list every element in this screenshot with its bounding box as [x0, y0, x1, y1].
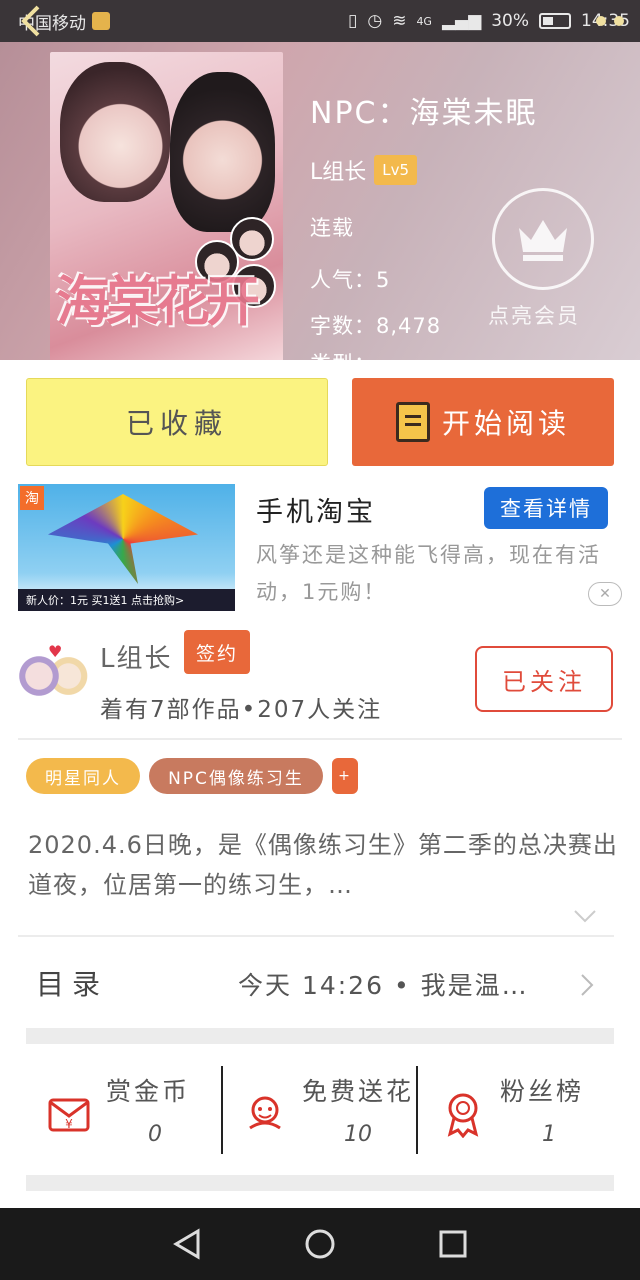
collected-button[interactable]: 已收藏 [26, 378, 328, 466]
add-tag-button[interactable]: + [332, 758, 358, 794]
book-header: 海棠花开 NPC：海棠未眠 L组长 Lv5 连载 人气：5 字数：8,478 类… [0, 42, 640, 360]
author-line[interactable]: L组长 Lv5 [310, 154, 418, 186]
ad-promo-strip: 新人价：1元 买1送1 点击抢购> [18, 589, 235, 611]
start-reading-label: 开始阅读 [441, 407, 570, 440]
back-arrow-icon [21, 5, 40, 37]
nav-back-button[interactable] [167, 1224, 207, 1264]
author-stats: 着有7部作品•207人关注 [100, 697, 383, 723]
more-icon [596, 16, 624, 26]
start-reading-button[interactable]: 开始阅读 [352, 378, 614, 466]
network-type: 4G [416, 14, 432, 28]
flower-icon [249, 1096, 281, 1130]
book-info: NPC：海棠未眠 L组长 Lv5 连载 人气：5 字数：8,478 类型： 点亮… [310, 42, 640, 360]
ad-close-button[interactable]: ✕ [588, 582, 622, 606]
battery-icon [539, 13, 571, 29]
book-popularity: 人气：5 [310, 268, 391, 292]
stat-label: 粉丝榜 [500, 1077, 585, 1106]
reward-coin-stat[interactable]: ¥ 赏金币 0 [30, 1066, 226, 1156]
book-summary[interactable]: 2020.4.6日晚，是《偶像练习生》第二季的总决赛出道夜，位居第一的练习生，… [28, 825, 618, 905]
cover-figure-right [170, 72, 275, 232]
ad-title[interactable]: 手机淘宝 [256, 490, 376, 529]
tag-npc-idol-trainee[interactable]: NPC偶像练习生 [149, 758, 323, 794]
ad-detail-button[interactable]: 查看详情 [484, 487, 608, 529]
book-icon [395, 402, 430, 442]
notification-badge-icon [92, 12, 110, 30]
signal-icon: ▂▄▆ [441, 11, 482, 31]
svg-text:¥: ¥ [65, 1117, 73, 1131]
cover-title-art: 海棠花开 [56, 269, 260, 333]
signed-badge: 签约 [184, 630, 250, 674]
book-type: 类型： [310, 348, 376, 360]
chevron-down-icon [574, 910, 596, 923]
system-nav-bar [0, 1208, 640, 1280]
chevron-right-icon [581, 974, 594, 996]
expand-summary-button[interactable] [573, 908, 597, 924]
stat-value: 0 [148, 1122, 162, 1147]
tag-celebrity-fanfic[interactable]: 明星同人 [26, 758, 140, 794]
section-separator [26, 1028, 614, 1044]
divider [18, 935, 614, 937]
book-cover[interactable]: 海棠花开 [50, 52, 283, 360]
stat-label: 免费送花 [302, 1077, 415, 1106]
status-icons: ▯ ◷ ≋ 4G ▂▄▆ 30% 14:35 [348, 11, 630, 31]
more-button[interactable] [592, 6, 628, 36]
author-card-name[interactable]: L组长 [100, 638, 173, 675]
fan-ranking-stat[interactable]: 粉丝榜 1 [424, 1066, 620, 1156]
circle-home-icon [305, 1229, 335, 1259]
heart-icon: ♥ [48, 642, 63, 661]
nav-home-button[interactable] [300, 1224, 340, 1264]
book-word-count: 字数：8,478 [310, 314, 442, 338]
toc-arrow[interactable] [578, 972, 596, 998]
ad-image[interactable]: 淘 新人价：1元 买1送1 点击抢购> [18, 484, 235, 611]
battery-percent: 30% [491, 11, 529, 31]
section-separator [26, 1175, 614, 1191]
alarm-icon: ◷ [367, 11, 383, 31]
ad-description[interactable]: 风筝还是这种能飞得高，现在有活动，1元购！ [256, 537, 616, 611]
book-status: 连载 [310, 216, 354, 240]
nav-recents-button[interactable] [433, 1224, 473, 1264]
author-name: L组长 [310, 160, 367, 185]
triangle-back-icon [172, 1228, 200, 1260]
toc-label[interactable]: 目录 [36, 963, 108, 1003]
wifi-icon: ≋ [392, 11, 407, 31]
status-bar: 中国移动 ▯ ◷ ≋ 4G ▂▄▆ 30% 14:35 [0, 0, 640, 42]
follow-button[interactable]: 已关注 [475, 646, 613, 712]
vibrate-icon: ▯ [347, 11, 358, 31]
back-button[interactable] [16, 4, 46, 38]
divider [416, 1066, 418, 1154]
square-recents-icon [439, 1230, 467, 1258]
stat-value: 1 [542, 1122, 556, 1147]
cover-figure-left [60, 62, 170, 202]
vip-label: 点亮会员 [488, 304, 580, 328]
kite-image [48, 494, 198, 584]
stat-value: 10 [344, 1122, 372, 1147]
medal-icon [447, 1093, 479, 1138]
reward-coin-icon: ¥ [48, 1098, 90, 1132]
stat-label: 赏金币 [106, 1077, 191, 1106]
free-flower-stat[interactable]: 免费送花 10 [226, 1066, 422, 1156]
level-badge: Lv5 [374, 155, 418, 185]
divider [221, 1066, 223, 1154]
book-title: NPC：海棠未眠 [310, 96, 538, 131]
latest-chapter[interactable]: 今天 14:26 • 我是温… [238, 966, 529, 1002]
author-avatar[interactable]: ♥ [18, 640, 88, 712]
divider [18, 738, 622, 740]
crown-icon [519, 220, 567, 261]
taobao-icon: 淘 [20, 486, 44, 510]
vip-button[interactable] [492, 188, 594, 290]
